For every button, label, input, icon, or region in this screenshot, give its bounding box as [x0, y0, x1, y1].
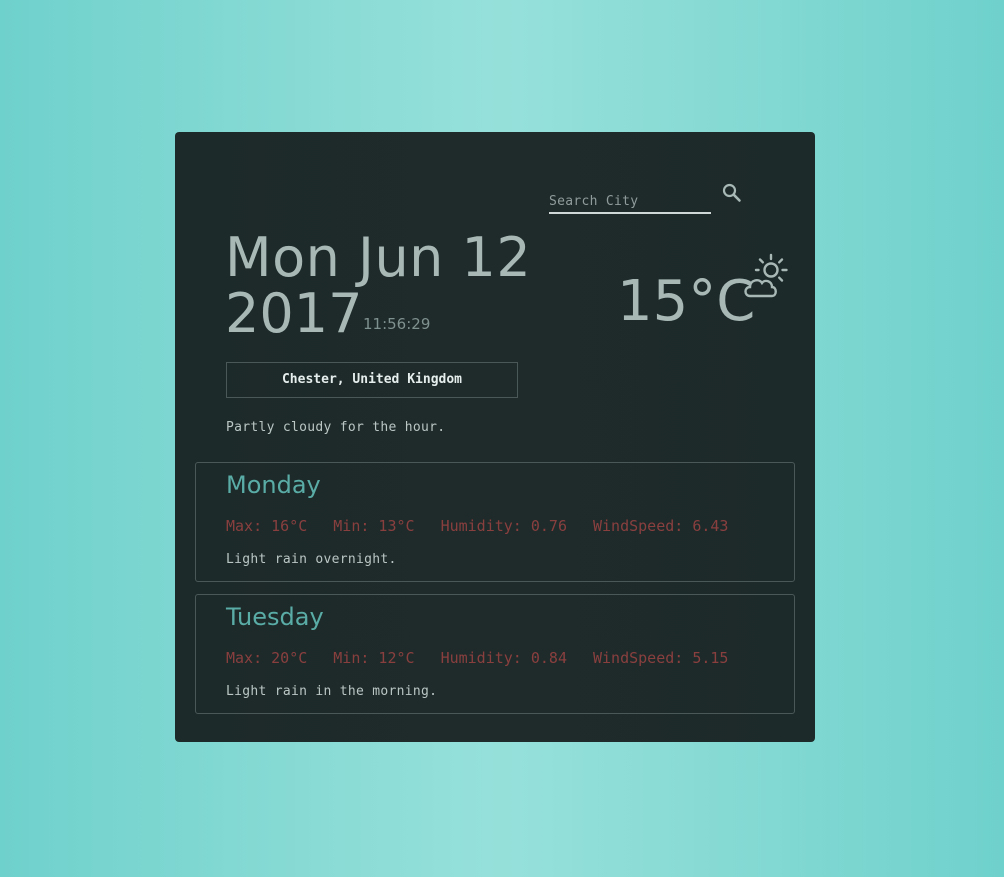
forecast-day-card: Tuesday Max: 20°C Min: 12°C Humidity: 0.84… [195, 594, 795, 714]
forecast-day-name: Monday [226, 471, 321, 499]
search-icon [722, 183, 741, 202]
forecast-day-stats: Max: 20°C Min: 12°C Humidity: 0.84 WindSpee… [226, 649, 728, 667]
current-year: 2017 [225, 282, 363, 345]
forecast-min: Min: 13°C [333, 517, 415, 535]
forecast-windspeed: WindSpeed: 5.15 [593, 649, 729, 667]
search-button[interactable] [721, 182, 743, 204]
forecast-day-card: Monday Max: 16°C Min: 13°C Humidity: 0.76 W… [195, 462, 795, 582]
forecast-day-summary: Light rain in the morning. [226, 684, 438, 699]
forecast-max: Max: 16°C [226, 517, 308, 535]
current-summary: Partly cloudy for the hour. [226, 420, 446, 435]
forecast-min: Min: 12°C [333, 649, 415, 667]
location-label: Chester, United Kingdom [226, 362, 518, 398]
forecast-humidity: Humidity: 0.84 [440, 649, 567, 667]
forecast-windspeed: WindSpeed: 6.43 [593, 517, 729, 535]
current-temperature: 15°C [617, 269, 756, 334]
forecast-day-summary: Light rain overnight. [226, 552, 397, 567]
current-date: Mon Jun 12 [225, 226, 532, 289]
weather-card: Mon Jun 12 2017 11:56:29 15°C Chester, U… [175, 132, 815, 742]
forecast-max: Max: 20°C [226, 649, 308, 667]
search-field-wrapper [549, 190, 711, 214]
forecast-day-stats: Max: 16°C Min: 13°C Humidity: 0.76 WindSpee… [226, 517, 728, 535]
forecast-humidity: Humidity: 0.76 [440, 517, 567, 535]
forecast-day-name: Tuesday [226, 603, 324, 631]
search-city-input[interactable] [549, 191, 709, 212]
partly-cloudy-day-icon [741, 250, 795, 304]
current-time: 11:56:29 [363, 315, 431, 333]
